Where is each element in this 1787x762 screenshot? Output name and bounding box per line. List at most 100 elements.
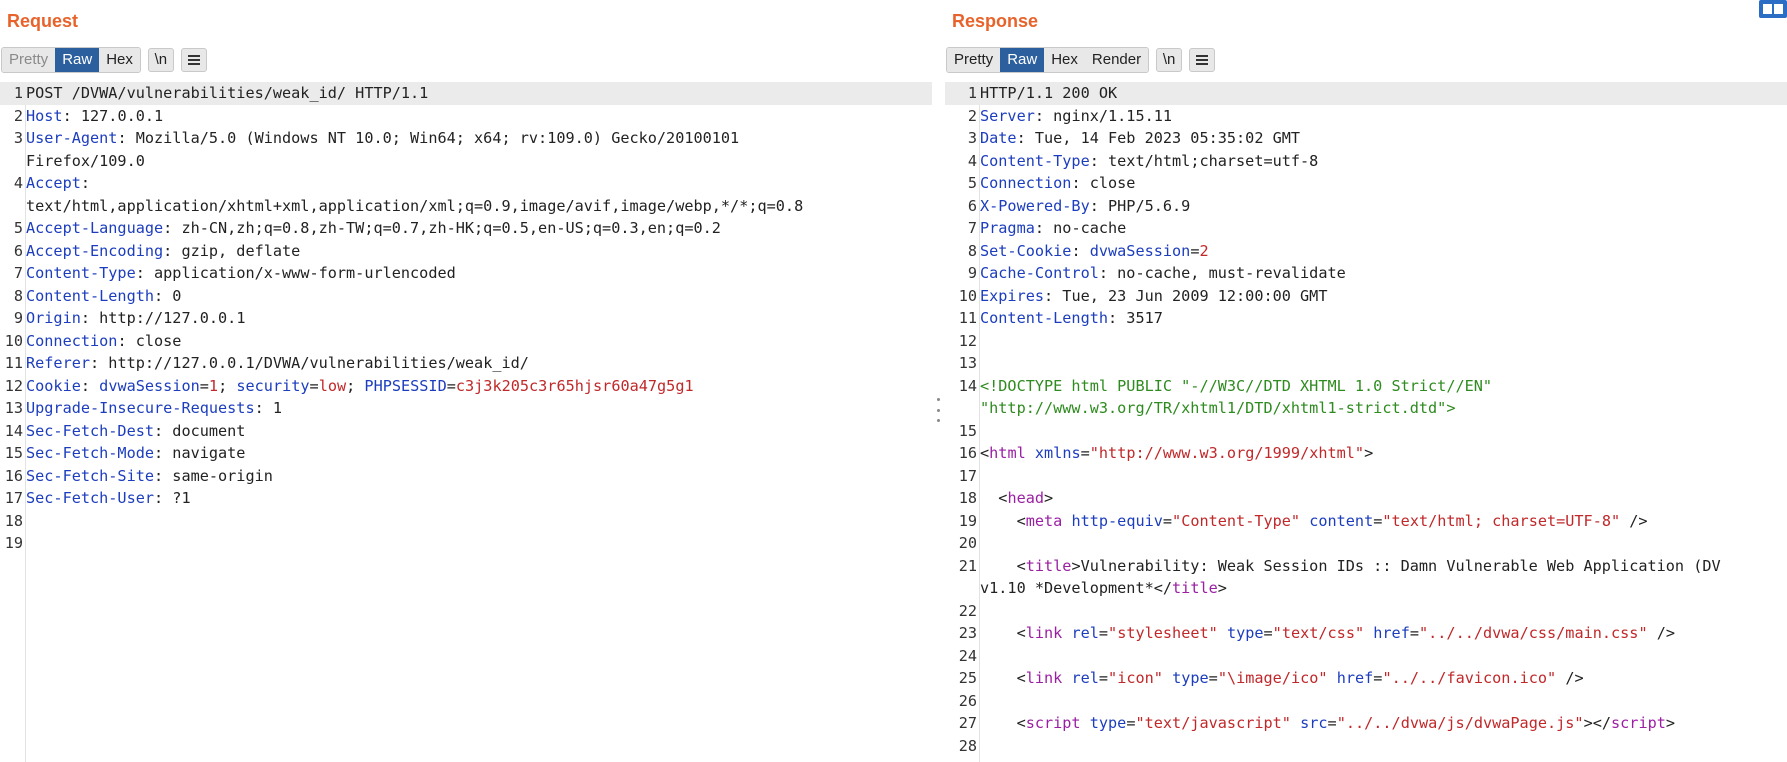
code-token: =	[1098, 669, 1109, 687]
code-token: : text/html;charset=utf-8	[1089, 151, 1319, 170]
response-code-line[interactable]: 4 Content-Type: text/html;charset=utf-8	[945, 150, 1787, 173]
request-code-line[interactable]: 7 Content-Type: application/x-www-form-ur…	[0, 262, 932, 285]
response-code-line[interactable]: 28	[945, 735, 1787, 758]
response-code-line[interactable]: v1.10 *Development*</title>	[945, 577, 1787, 600]
code-token: : gzip, deflate	[163, 241, 301, 260]
response-code-line[interactable]: 16 <html xmlns="http://www.w3.org/1999/xh…	[945, 442, 1787, 465]
line-number: 16	[958, 444, 977, 462]
line-content: Sec-Fetch-Mode: navigate	[25, 442, 932, 465]
response-tab-raw[interactable]: Raw	[1000, 48, 1045, 72]
request-code-line[interactable]: 16 Sec-Fetch-Site: same-origin	[0, 465, 932, 488]
response-code-line[interactable]: 12	[945, 330, 1787, 353]
code-token: <	[980, 669, 1026, 687]
response-editor[interactable]: 1 HTTP/1.1 200 OK 2 Server: nginx/1.15.11 3 D…	[945, 82, 1787, 762]
line-content: <html xmlns="http://www.w3.org/1999/xhtm…	[979, 442, 1787, 465]
response-code-line[interactable]: 24	[945, 645, 1787, 668]
code-token: <	[980, 556, 1026, 575]
response-code-line[interactable]: 13	[945, 352, 1787, 375]
response-code-line[interactable]: 1 HTTP/1.1 200 OK	[945, 82, 1787, 105]
line-content: Accept-Encoding: gzip, deflate	[25, 240, 932, 263]
request-code-line[interactable]: 6 Accept-Encoding: gzip, deflate	[0, 240, 932, 263]
response-code-line[interactable]: 3 Date: Tue, 14 Feb 2023 05:35:02 GMT	[945, 127, 1787, 150]
response-code-line[interactable]: 9 Cache-Control: no-cache, must-revalidat…	[945, 262, 1787, 285]
request-code-line[interactable]: 11 Referer: http://127.0.0.1/DVWA/vulnera…	[0, 352, 932, 375]
response-code-line[interactable]: 23 <link rel="stylesheet" type="text/css…	[945, 622, 1787, 645]
code-token: Connection	[980, 174, 1072, 192]
response-newline-toggle[interactable]: \n	[1156, 48, 1183, 72]
response-code-line[interactable]: 10 Expires: Tue, 23 Jun 2009 12:00:00 GMT	[945, 285, 1787, 308]
response-code-line[interactable]: 26	[945, 690, 1787, 713]
response-code-line[interactable]: 15	[945, 420, 1787, 443]
request-editor[interactable]: 1 POST /DVWA/vulnerabilities/weak_id/ HTT…	[0, 82, 932, 762]
request-code-line[interactable]: 14 Sec-Fetch-Dest: document	[0, 420, 932, 443]
code-token: "http://www.w3.org/TR/xhtml1/DTD/xhtml1-…	[980, 399, 1456, 417]
response-code-line[interactable]: 5 Connection: close	[945, 172, 1787, 195]
response-tab-render[interactable]: Render	[1084, 48, 1149, 72]
line-content: Expires: Tue, 23 Jun 2009 12:00:00 GMT	[979, 285, 1787, 308]
code-token: Cookie	[26, 376, 81, 395]
request-code-line[interactable]: 12 Cookie: dvwaSession=1; security=low; P…	[0, 375, 932, 398]
request-tab-raw[interactable]: Raw	[55, 48, 100, 72]
split-layout-icon[interactable]	[1759, 0, 1787, 18]
request-newline-toggle[interactable]: \n	[147, 48, 174, 72]
request-code-line[interactable]: 13 Upgrade-Insecure-Requests: 1	[0, 397, 932, 420]
response-code-line[interactable]: 6 X-Powered-By: PHP/5.6.9	[945, 195, 1787, 218]
request-code-line[interactable]: text/html,application/xhtml+xml,applicat…	[0, 195, 932, 218]
code-token: Content-Length	[980, 309, 1109, 327]
line-number: 25	[958, 669, 977, 687]
response-tab-hex[interactable]: Hex	[1044, 48, 1085, 72]
request-menu-button[interactable]	[180, 48, 207, 72]
pane-splitter[interactable]	[932, 0, 945, 762]
response-code-line[interactable]: 21 <title>Vulnerability: Weak Session ID…	[945, 555, 1787, 578]
response-code-line[interactable]: 2 Server: nginx/1.15.11	[945, 105, 1787, 128]
request-code-line[interactable]: 3 User-Agent: Mozilla/5.0 (Windows NT 10.…	[0, 127, 932, 150]
code-token: Sec-Fetch-Site	[26, 466, 155, 485]
response-code-line[interactable]: 20	[945, 532, 1787, 555]
response-code-line[interactable]: 19 <meta http-equiv="Content-Type" conte…	[945, 510, 1787, 533]
line-number: 4	[967, 151, 977, 170]
splitter-grip-icon[interactable]	[936, 398, 940, 422]
line-number: 9	[13, 309, 23, 327]
code-token: href	[1336, 669, 1374, 687]
response-code-line[interactable]: 17	[945, 465, 1787, 488]
response-menu-button[interactable]	[1189, 48, 1216, 72]
line-number: 23	[958, 624, 977, 642]
request-code-line[interactable]: 19	[0, 532, 932, 555]
response-code-line[interactable]: 18 <head>	[945, 487, 1787, 510]
response-tab-pretty[interactable]: Pretty	[947, 48, 1001, 72]
request-code-line[interactable]: 2 Host: 127.0.0.1	[0, 105, 932, 128]
response-code-line[interactable]: 11 Content-Length: 3517	[945, 307, 1787, 330]
line-number	[0, 150, 25, 173]
request-tab-hex[interactable]: Hex	[99, 48, 140, 72]
request-code-line[interactable]: 4 Accept:	[0, 172, 932, 195]
request-code-line[interactable]: 17 Sec-Fetch-User: ?1	[0, 487, 932, 510]
request-tab-pretty[interactable]: Pretty	[2, 48, 56, 72]
request-code-line[interactable]: Firefox/109.0	[0, 150, 932, 173]
request-code-line[interactable]: 9 Origin: http://127.0.0.1	[0, 307, 932, 330]
line-number: 8	[967, 241, 977, 260]
code-token: "stylesheet"	[1108, 624, 1218, 642]
code-token: Sec-Fetch-Mode	[26, 444, 155, 462]
request-code-line[interactable]: 5 Accept-Language: zh-CN,zh;q=0.8,zh-TW;q…	[0, 217, 932, 240]
response-code-line[interactable]: 14 <!DOCTYPE html PUBLIC "-//W3C//DTD XHT…	[945, 375, 1787, 398]
code-token: POST /DVWA/vulnerabilities/weak_id/ HTTP…	[26, 84, 429, 102]
response-code-line[interactable]: 7 Pragma: no-cache	[945, 217, 1787, 240]
request-code-line[interactable]: 15 Sec-Fetch-Mode: navigate	[0, 442, 932, 465]
request-code-line[interactable]: 8 Content-Length: 0	[0, 285, 932, 308]
response-code-line[interactable]: 25 <link rel="icon" type="\image/ico" hr…	[945, 667, 1787, 690]
line-content: Upgrade-Insecure-Requests: 1	[25, 397, 932, 420]
code-token: meta	[1025, 511, 1063, 530]
response-code-line[interactable]: 27 <script type="text/javascript" src=".…	[945, 712, 1787, 735]
code-token: =	[446, 376, 456, 395]
line-number: 12	[958, 331, 977, 350]
response-code-line[interactable]: 8 Set-Cookie: dvwaSession=2	[945, 240, 1787, 263]
request-code-line[interactable]: 1 POST /DVWA/vulnerabilities/weak_id/ HTT…	[0, 82, 932, 105]
code-token: "\image/ico"	[1217, 669, 1328, 687]
request-code-line[interactable]: 10 Connection: close	[0, 330, 932, 353]
code-token: title	[1025, 556, 1072, 575]
response-code-line[interactable]: "http://www.w3.org/TR/xhtml1/DTD/xhtml1-…	[945, 397, 1787, 420]
code-token: >	[1217, 579, 1227, 597]
response-code-line[interactable]: 22	[945, 600, 1787, 623]
line-content	[979, 600, 1787, 623]
request-code-line[interactable]: 18	[0, 510, 932, 533]
